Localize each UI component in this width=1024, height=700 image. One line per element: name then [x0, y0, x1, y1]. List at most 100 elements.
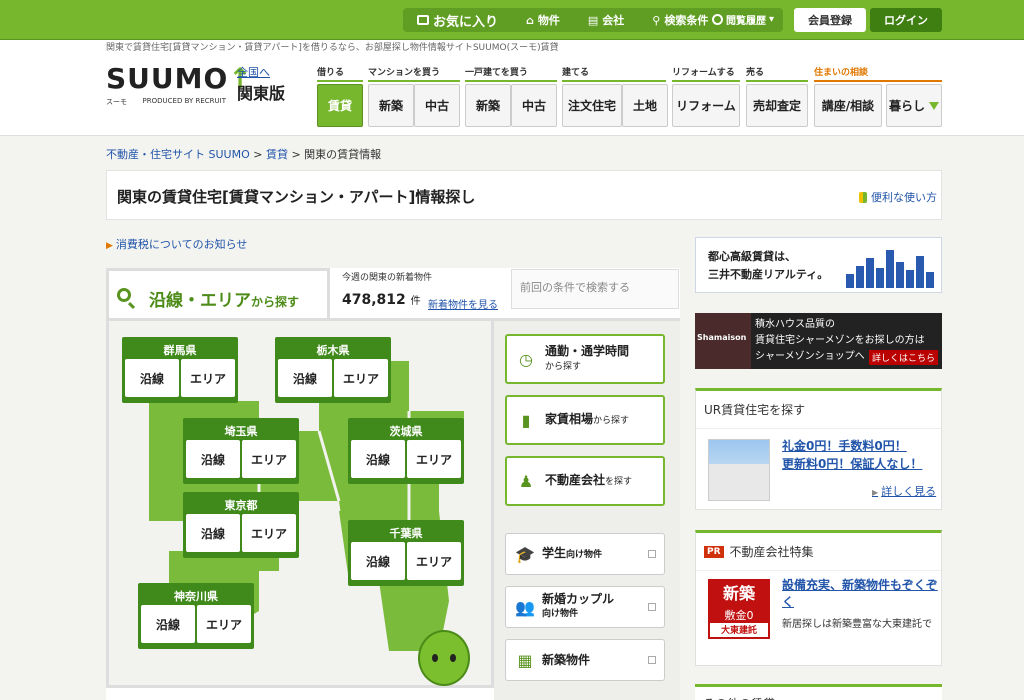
nationwide-link[interactable]: 全国へ [237, 64, 270, 80]
ur-building-image[interactable] [708, 439, 770, 501]
mascot-eye [450, 654, 456, 662]
nav-sell-button[interactable]: 売却査定 [746, 84, 808, 127]
commute-sub: から探す [545, 362, 582, 372]
triangle-down-icon [929, 101, 939, 110]
page-title: 関東の賃貸住宅[賃貸マンション・アパート]情報探し [117, 188, 476, 206]
nav-mansion-new-button[interactable]: 新築 [368, 84, 414, 127]
daito-ad-image[interactable]: 新築 敷金0 大東建託 [708, 579, 770, 639]
tax-notice-link: 消費税についてのお知らせ [115, 238, 248, 251]
student-label: 学生向け物件 [542, 546, 648, 562]
new-count-unit: 件 [410, 296, 421, 307]
mitsui-line1: 都心高級賃貸は、 [708, 250, 796, 263]
daito-desc: 新居探しは新築豊富な大東建託で [782, 619, 932, 630]
top-bar: お気に入り ⌂ 物件 ▤ 会社 ⚲ 検索条件 閲覧履歴 ▾ 会員登録 ログイン [0, 0, 1024, 40]
newlywed-feature-button[interactable]: 👥 新婚カップル 向け物件 [505, 586, 665, 628]
student-feature-button[interactable]: 🎓 学生向け物件 [505, 533, 665, 575]
daito-img-line1: 新築 [710, 581, 768, 607]
sekisui-ad-banner[interactable]: Shamaison 積水ハウス品質の 賃貸住宅シャーメゾンをお探しの方は シャー… [695, 313, 942, 369]
new-listings-count: 478,812 件 [342, 292, 421, 308]
favorites-link[interactable]: お気に入り [403, 11, 512, 30]
ur-more-link[interactable]: ▶ 詳しく見る [872, 483, 936, 499]
previous-search-button[interactable]: 前回の条件で検索する [511, 269, 679, 309]
kanagawa-area-button[interactable]: エリア [197, 605, 251, 643]
nav-mansion-used-button[interactable]: 中古 [414, 84, 460, 127]
pref-name: 栃木県 [316, 344, 350, 357]
nav-custom-house-button[interactable]: 注文住宅 [562, 84, 622, 127]
new-build-label: 新築物件 [542, 652, 591, 667]
category-rent: 借りる [317, 65, 363, 82]
nav-house-new-button[interactable]: 新築 [465, 84, 511, 127]
daito-img-line2: 敷金0 [710, 607, 768, 623]
region-name: 関東版 [237, 84, 286, 103]
tochigi-area-button[interactable]: エリア [334, 359, 388, 397]
pref-tokyo: 東京都 沿線 エリア [183, 492, 299, 558]
rent-market-button[interactable]: ▮ 家賃相場から探す [505, 395, 665, 445]
register-button[interactable]: 会員登録 [794, 8, 866, 32]
ibaraki-area-button[interactable]: エリア [407, 440, 461, 478]
logo-kana: スーモ [106, 98, 127, 106]
breadcrumb-sep: > [291, 148, 301, 161]
tokyo-area-button[interactable]: エリア [242, 514, 296, 552]
chiba-area-button[interactable]: エリア [407, 542, 461, 580]
pref-tochigi: 栃木県 沿線 エリア [275, 337, 391, 403]
nav-land-button[interactable]: 土地 [622, 84, 668, 127]
commute-label: 通勤・通学時間から探す [545, 344, 629, 374]
agency-search-button[interactable]: ♟ 不動産会社を探す [505, 456, 665, 506]
external-link-icon [648, 656, 656, 664]
sekisui-line3: シャーメゾンショップへ [755, 351, 865, 362]
mascot-eye [432, 654, 438, 662]
ur-card: UR賃貸住宅を探す 礼金0円！手数料0円！ 更新料0円！保証人なし！ ▶ 詳しく見る [695, 388, 942, 510]
favorites-label: お気に入り [433, 14, 499, 30]
mitsui-ad-banner[interactable]: 都心高級賃貸は、三井不動産リアルティ。 [695, 237, 942, 293]
saved-search-link[interactable]: ⚲ 検索条件 [638, 12, 722, 28]
nav-house-used-button[interactable]: 中古 [511, 84, 557, 127]
breadcrumb-home[interactable]: 不動産・住宅サイト SUUMO [106, 148, 250, 161]
gunma-line-button[interactable]: 沿線 [125, 359, 179, 397]
nav-consult-button[interactable]: 講座/相談 [814, 84, 882, 127]
commute-search-button[interactable]: ◷ 通勤・通学時間 から探す [505, 334, 665, 384]
ur-link-line2: 更新料0円！保証人なし！ [782, 457, 923, 471]
tochigi-line-button[interactable]: 沿線 [278, 359, 332, 397]
ur-promo-link[interactable]: 礼金0円！手数料0円！ 更新料0円！保証人なし！ [782, 437, 938, 473]
ibaraki-line-button[interactable]: 沿線 [351, 440, 405, 478]
line-area-search-tab[interactable]: 沿線・エリアから探す [106, 268, 330, 320]
gunma-area-button[interactable]: エリア [181, 359, 235, 397]
pref-name: 神奈川県 [174, 590, 218, 603]
sekisui-line1: 積水ハウス品質の [755, 319, 835, 330]
mitsui-line2: 三井不動産リアルティ。 [708, 268, 829, 281]
bar-chart-icon: ▮ [521, 410, 531, 430]
pref-name: 埼玉県 [224, 425, 258, 438]
history-dropdown[interactable]: 閲覧履歴 ▾ [712, 12, 774, 27]
building-icon: ▦ [517, 650, 533, 670]
nav-reform-button[interactable]: リフォーム [672, 84, 740, 127]
category-buy-house: 一戸建てを買う [465, 65, 557, 82]
agency-label: 不動産会社を探す [545, 473, 632, 489]
chiba-line-button[interactable]: 沿線 [351, 542, 405, 580]
suumo-logo[interactable]: SUUMO↑ [106, 62, 253, 95]
howto-link[interactable]: 便利な使い方 [859, 189, 937, 205]
sekisui-more-button[interactable]: 詳しくはこちら [868, 350, 938, 365]
daito-img-line3: 大東建託 [720, 626, 757, 636]
search-tab-title: 沿線・エリアから探す [149, 286, 299, 311]
login-button[interactable]: ログイン [870, 8, 942, 32]
graduation-cap-icon: 🎓 [515, 544, 535, 564]
saitama-area-button[interactable]: エリア [242, 440, 296, 478]
suumo-mascot [418, 630, 470, 686]
company-link[interactable]: ▤ 会社 [574, 12, 638, 28]
tax-notice[interactable]: ▶ 消費税についてのお知らせ [106, 236, 247, 252]
nav-living-button[interactable]: 暮らし [886, 84, 942, 127]
rent-market-label: 家賃相場から探す [545, 412, 629, 428]
ur-link-line1: 礼金0円！手数料0円！ [782, 439, 907, 453]
commute-main: 通勤・通学時間 [545, 344, 630, 358]
new-build-feature-button[interactable]: ▦ 新築物件 [505, 639, 665, 681]
shamaison-image: Shamaison [695, 313, 751, 369]
saitama-line-button[interactable]: 沿線 [186, 440, 240, 478]
property-link[interactable]: ⌂ 物件 [512, 12, 574, 28]
kanagawa-line-button[interactable]: 沿線 [141, 605, 195, 643]
daito-link[interactable]: 設備充実、新築物件もぞくぞく [782, 577, 938, 611]
building-icon: ▤ [587, 13, 599, 27]
nav-rent-button[interactable]: 賃貸 [317, 84, 363, 127]
breadcrumb-rent[interactable]: 賃貸 [266, 148, 288, 161]
new-listings-link[interactable]: 新着物件を見る [428, 296, 498, 311]
tokyo-line-button[interactable]: 沿線 [186, 514, 240, 552]
